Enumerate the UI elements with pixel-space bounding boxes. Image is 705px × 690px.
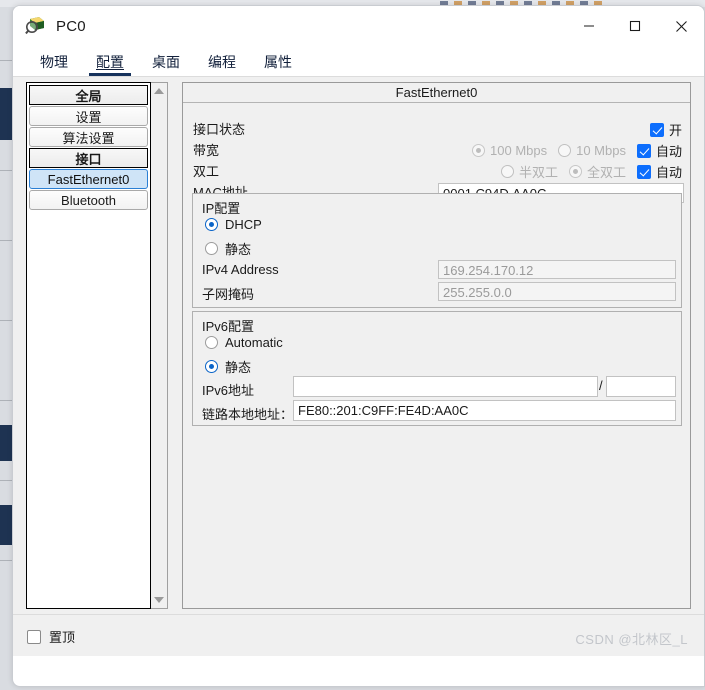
port-status-label: 接口状态: [193, 122, 246, 137]
sidebar-item-interface[interactable]: 接口: [29, 148, 148, 168]
config-body: 全局 设置 算法设置 接口 FastEthernet0 Bluetooth Fa…: [13, 76, 704, 656]
tab-attributes[interactable]: 属性: [255, 52, 301, 76]
sidebar-container: 全局 设置 算法设置 接口 FastEthernet0 Bluetooth: [26, 82, 168, 609]
maximize-button[interactable]: [612, 6, 658, 46]
port-status-on-label: 开: [668, 123, 682, 138]
bandwidth-10mbps-label: 10 Mbps: [576, 143, 626, 158]
duplex-half-label: 半双工: [518, 165, 558, 180]
bandwidth-100mbps-label: 100 Mbps: [490, 143, 548, 158]
ipv6-address-label: IPv6地址: [202, 383, 255, 398]
ipv4-address-label: IPv4 Address: [202, 262, 279, 277]
tab-physical[interactable]: 物理: [31, 52, 77, 76]
ipv6-automatic-radio[interactable]: [205, 336, 218, 349]
port-status-row: 接口状态 开: [183, 119, 690, 140]
title-bar: PC0: [13, 6, 704, 46]
bandwidth-auto-label: 自动: [655, 144, 682, 159]
device-config-window: PC0 物理 配置 桌面 编程 属性 全局 设置 算法设置 接口 FastEth…: [12, 5, 705, 687]
window-controls: [566, 6, 704, 46]
duplex-half-radio[interactable]: [500, 165, 514, 178]
close-button[interactable]: [658, 6, 704, 46]
duplex-controls: 半双工 全双工 自动: [500, 161, 682, 182]
ipv6-static-label: 静态: [225, 360, 252, 375]
ipv6-static-option[interactable]: 静态: [205, 357, 251, 376]
sidebar-scrollbar[interactable]: [151, 82, 168, 609]
duplex-full-radio[interactable]: [568, 165, 582, 178]
pin-on-top-control[interactable]: 置顶: [27, 627, 75, 646]
tab-desktop[interactable]: 桌面: [143, 52, 189, 76]
bandwidth-auto-checkbox[interactable]: [636, 143, 651, 158]
scroll-up-arrow-icon[interactable]: [151, 83, 167, 99]
ip-configuration-title: IP配置: [202, 201, 241, 216]
pin-on-top-checkbox[interactable]: [27, 629, 41, 644]
ipv6-static-radio[interactable]: [205, 360, 218, 373]
bandwidth-100mbps-radio[interactable]: [472, 144, 486, 157]
subnet-mask-field[interactable]: 255.255.0.0: [438, 282, 676, 301]
sidebar-list: 全局 设置 算法设置 接口 FastEthernet0 Bluetooth: [26, 82, 151, 609]
ipv4-address-field[interactable]: 169.254.170.12: [438, 260, 676, 279]
ip-dhcp-radio[interactable]: [205, 218, 218, 231]
sidebar-item-settings[interactable]: 设置: [29, 106, 148, 126]
duplex-full-label: 全双工: [586, 165, 626, 180]
bandwidth-10mbps-radio[interactable]: [558, 144, 572, 157]
tab-bar: 物理 配置 桌面 编程 属性: [13, 46, 704, 76]
ip-static-label: 静态: [225, 242, 252, 257]
interface-panel: FastEthernet0 接口状态 开 带宽 100 Mbps 10 Mbps…: [182, 82, 691, 609]
subnet-mask-label: 子网掩码: [202, 287, 255, 302]
ip-static-option[interactable]: 静态: [205, 239, 251, 258]
tab-config[interactable]: 配置: [87, 52, 133, 76]
bandwidth-row: 带宽 100 Mbps 10 Mbps 自动: [183, 140, 690, 161]
duplex-row: 双工 半双工 全双工 自动: [183, 161, 690, 182]
link-local-address-label: 链路本地地址：: [202, 407, 294, 422]
bandwidth-label: 带宽: [193, 143, 220, 158]
duplex-auto-checkbox[interactable]: [636, 164, 651, 179]
sidebar-item-global[interactable]: 全局: [29, 85, 148, 105]
window-footer: 置顶 CSDN @北林区_L: [13, 614, 704, 656]
link-local-address-field[interactable]: FE80::201:C9FF:FE4D:AA0C: [293, 400, 676, 421]
ipv6-automatic-option[interactable]: Automatic: [205, 335, 283, 350]
port-status-on-checkbox[interactable]: [649, 122, 664, 137]
ipv6-configuration-title: IPv6配置: [202, 319, 255, 334]
ipv6-prefix-field[interactable]: [606, 376, 676, 397]
window-title: PC0: [56, 17, 86, 35]
sidebar-item-fastethernet0[interactable]: FastEthernet0: [29, 169, 148, 189]
ip-configuration-group: IP配置 DHCP 静态 IPv4 Address 169.254.170.12…: [192, 193, 682, 308]
panel-title: FastEthernet0: [183, 83, 690, 103]
tab-programming[interactable]: 编程: [199, 52, 245, 76]
ip-dhcp-option[interactable]: DHCP: [205, 217, 262, 232]
packet-tracer-device-icon: [25, 15, 47, 37]
duplex-auto-label: 自动: [655, 165, 682, 180]
minimize-button[interactable]: [566, 6, 612, 46]
port-status-controls: 开: [649, 119, 682, 140]
ipv6-prefix-separator: /: [599, 378, 603, 393]
sidebar-item-algorithm[interactable]: 算法设置: [29, 127, 148, 147]
watermark-text: CSDN @北林区_L: [575, 632, 688, 647]
pin-on-top-label: 置顶: [49, 630, 76, 645]
ip-dhcp-label: DHCP: [225, 217, 262, 232]
sidebar-item-bluetooth[interactable]: Bluetooth: [29, 190, 148, 210]
duplex-label: 双工: [193, 164, 220, 179]
scroll-down-arrow-icon[interactable]: [151, 592, 167, 608]
bandwidth-controls: 100 Mbps 10 Mbps 自动: [472, 140, 682, 161]
ipv6-configuration-group: IPv6配置 Automatic 静态 IPv6地址 / 链路本地地址： FE8…: [192, 311, 682, 426]
ip-static-radio[interactable]: [205, 242, 218, 255]
ipv6-address-field[interactable]: [293, 376, 598, 397]
ipv6-automatic-label: Automatic: [225, 335, 283, 350]
